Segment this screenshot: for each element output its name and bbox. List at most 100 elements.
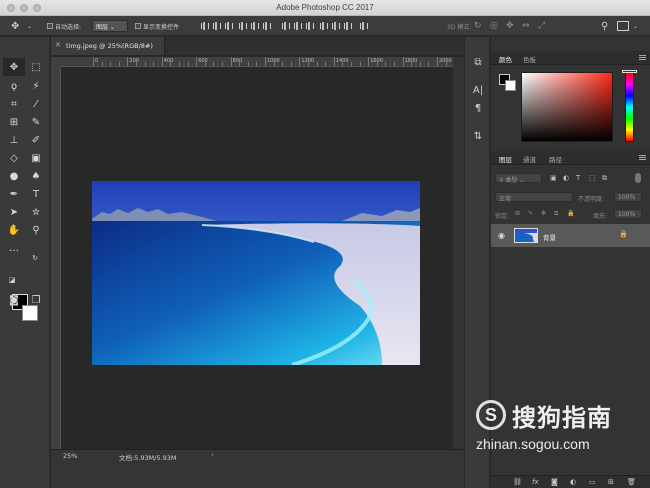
- align-left-icon[interactable]: [238, 21, 247, 31]
- vertical-ruler[interactable]: [51, 67, 61, 449]
- workspace-icon[interactable]: [617, 21, 629, 31]
- blur-tool-icon[interactable]: ●: [3, 167, 25, 185]
- close-tab-icon[interactable]: ✕: [55, 41, 61, 49]
- align-right-icon[interactable]: [262, 21, 271, 31]
- panel-background-swatch[interactable]: [505, 80, 516, 91]
- new-layer-icon[interactable]: ⊞: [608, 478, 614, 486]
- marquee-tool-icon[interactable]: ⬚: [25, 58, 47, 76]
- filter-adjustment-icon[interactable]: ◐: [563, 174, 569, 182]
- tab-layers[interactable]: 图层: [499, 154, 512, 164]
- type-tool-icon[interactable]: T: [25, 185, 47, 203]
- history-brush-tool-icon[interactable]: ✐: [25, 131, 47, 149]
- auto-select-checkbox[interactable]: 自动选择:: [47, 21, 81, 31]
- distribute-right-icon[interactable]: [343, 21, 352, 31]
- tab-color[interactable]: 颜色: [499, 54, 512, 64]
- document-tab[interactable]: ✕ timg.jpeg @ 25%(RGB/8#): [51, 37, 165, 55]
- color-panel-menu-icon[interactable]: [639, 55, 646, 60]
- status-menu-arrow-icon[interactable]: ›: [211, 451, 214, 459]
- screen-mode-icon[interactable]: ❐: [25, 291, 47, 309]
- show-transform-checkbox[interactable]: 显示变换控件: [135, 21, 179, 31]
- lasso-tool-icon[interactable]: ϙ: [3, 77, 25, 95]
- distribute-hcenter-icon[interactable]: [331, 21, 340, 31]
- tool-preset-chevron-icon[interactable]: ⌄: [27, 21, 32, 31]
- 3d-roll-icon[interactable]: ◎: [490, 21, 498, 31]
- mask-icon[interactable]: ◙: [551, 478, 558, 486]
- 3d-scale-icon[interactable]: ⤢: [538, 21, 545, 31]
- filter-shape-icon[interactable]: ⬚: [589, 174, 596, 182]
- hue-slider-handle[interactable]: [622, 70, 637, 73]
- horizontal-ruler[interactable]: 0 200 400 600 800 1000 1200 1400 1600 1800 2000: [61, 57, 453, 67]
- lock-artboard-icon[interactable]: ⧉: [554, 210, 558, 218]
- filter-toggle[interactable]: [635, 173, 641, 183]
- crop-tool-icon[interactable]: ⌗: [3, 95, 25, 113]
- swap-colors-icon[interactable]: ↻: [30, 253, 40, 263]
- lock-position-icon[interactable]: ✥: [541, 210, 546, 217]
- distribute-top-icon[interactable]: [281, 21, 290, 31]
- properties-panel-icon[interactable]: ⇅: [472, 131, 484, 143]
- ruler-tick: [170, 62, 172, 66]
- 3d-pan-icon[interactable]: ✥: [506, 21, 514, 31]
- auto-select-dropdown[interactable]: 图层 ⌄: [92, 20, 128, 32]
- lock-all-icon[interactable]: 🔒: [567, 210, 574, 217]
- align-vcenter-icon[interactable]: [212, 21, 221, 31]
- workspace-chevron-icon[interactable]: ⌄: [633, 21, 638, 31]
- distribute-bottom-icon[interactable]: [305, 21, 314, 31]
- healing-tool-icon[interactable]: ⊞: [3, 113, 25, 131]
- eyedropper-tool-icon[interactable]: ⁄: [25, 95, 47, 113]
- brush-tool-icon[interactable]: ✎: [25, 113, 47, 131]
- fx-icon[interactable]: fx: [532, 478, 539, 486]
- search-icon[interactable]: ⚲: [601, 21, 608, 32]
- gradient-tool-icon[interactable]: ▣: [25, 149, 47, 167]
- lock-transparent-icon[interactable]: ⊞: [515, 210, 520, 217]
- tab-paths[interactable]: 路径: [549, 154, 562, 164]
- stamp-tool-icon[interactable]: ⊥: [3, 131, 25, 149]
- dodge-tool-icon[interactable]: ♠: [25, 167, 47, 185]
- adjustment-icon[interactable]: ◐: [570, 478, 576, 486]
- filter-smart-object-icon[interactable]: ⧉: [602, 174, 607, 183]
- align-top-icon[interactable]: [200, 21, 209, 31]
- zoom-tool-icon[interactable]: ⚲: [25, 221, 47, 239]
- filter-kind-dropdown[interactable]: ⚲ 类型 ⌄: [495, 173, 542, 184]
- distribute-vcenter-icon[interactable]: [293, 21, 302, 31]
- auto-align-icon[interactable]: [359, 21, 368, 31]
- more-tools-icon[interactable]: …: [3, 239, 25, 257]
- pen-tool-icon[interactable]: ✒: [3, 185, 25, 203]
- tab-swatches[interactable]: 色板: [523, 54, 536, 64]
- link-icon[interactable]: ⛓: [513, 478, 522, 486]
- align-bottom-icon[interactable]: [224, 21, 233, 31]
- history-panel-icon[interactable]: ⧉: [472, 57, 484, 69]
- filter-type-icon[interactable]: T: [576, 174, 580, 182]
- group-icon[interactable]: ▭: [589, 478, 596, 486]
- document-image[interactable]: [92, 181, 420, 365]
- quick-mask-icon[interactable]: ◙: [3, 291, 25, 309]
- move-tool-icon[interactable]: ✥: [11, 21, 19, 32]
- eraser-tool-icon[interactable]: ◇: [3, 149, 25, 167]
- distribute-left-icon[interactable]: [319, 21, 328, 31]
- move-tool-icon[interactable]: ✥: [3, 58, 25, 76]
- tab-channels[interactable]: 通道: [523, 154, 536, 164]
- color-picker-field[interactable]: [521, 72, 613, 142]
- path-select-tool-icon[interactable]: ➤: [3, 203, 25, 221]
- lock-pixels-icon[interactable]: ✎: [528, 210, 533, 217]
- ruler-origin[interactable]: [51, 57, 61, 67]
- layers-panel-menu-icon[interactable]: [639, 155, 646, 160]
- align-hcenter-icon[interactable]: [250, 21, 259, 31]
- paragraph-panel-icon[interactable]: ¶: [472, 103, 484, 115]
- 3d-slide-icon[interactable]: ⇔: [522, 21, 530, 31]
- fill-field[interactable]: 100%: [614, 209, 642, 219]
- blend-mode-dropdown[interactable]: 正常: [495, 192, 573, 203]
- hue-slider[interactable]: [625, 72, 634, 142]
- layer-row[interactable]: ◉ 背景 🔒: [491, 224, 650, 247]
- quick-select-tool-icon[interactable]: ⚡: [25, 77, 47, 95]
- shape-tool-icon[interactable]: ✮: [25, 203, 47, 221]
- zoom-level-field[interactable]: 25%: [63, 452, 77, 460]
- default-colors-icon[interactable]: ◪: [7, 275, 17, 285]
- vertical-scrollbar[interactable]: [453, 57, 464, 449]
- character-panel-icon[interactable]: A|: [472, 85, 484, 97]
- eye-visibility-icon[interactable]: ◉: [498, 231, 505, 240]
- opacity-field[interactable]: 100%: [614, 192, 642, 202]
- 3d-orbit-icon[interactable]: ↻: [474, 21, 482, 31]
- hand-tool-icon[interactable]: ✋: [3, 221, 25, 239]
- filter-pixel-icon[interactable]: ▣: [550, 174, 557, 182]
- delete-icon[interactable]: 🗑: [627, 478, 636, 486]
